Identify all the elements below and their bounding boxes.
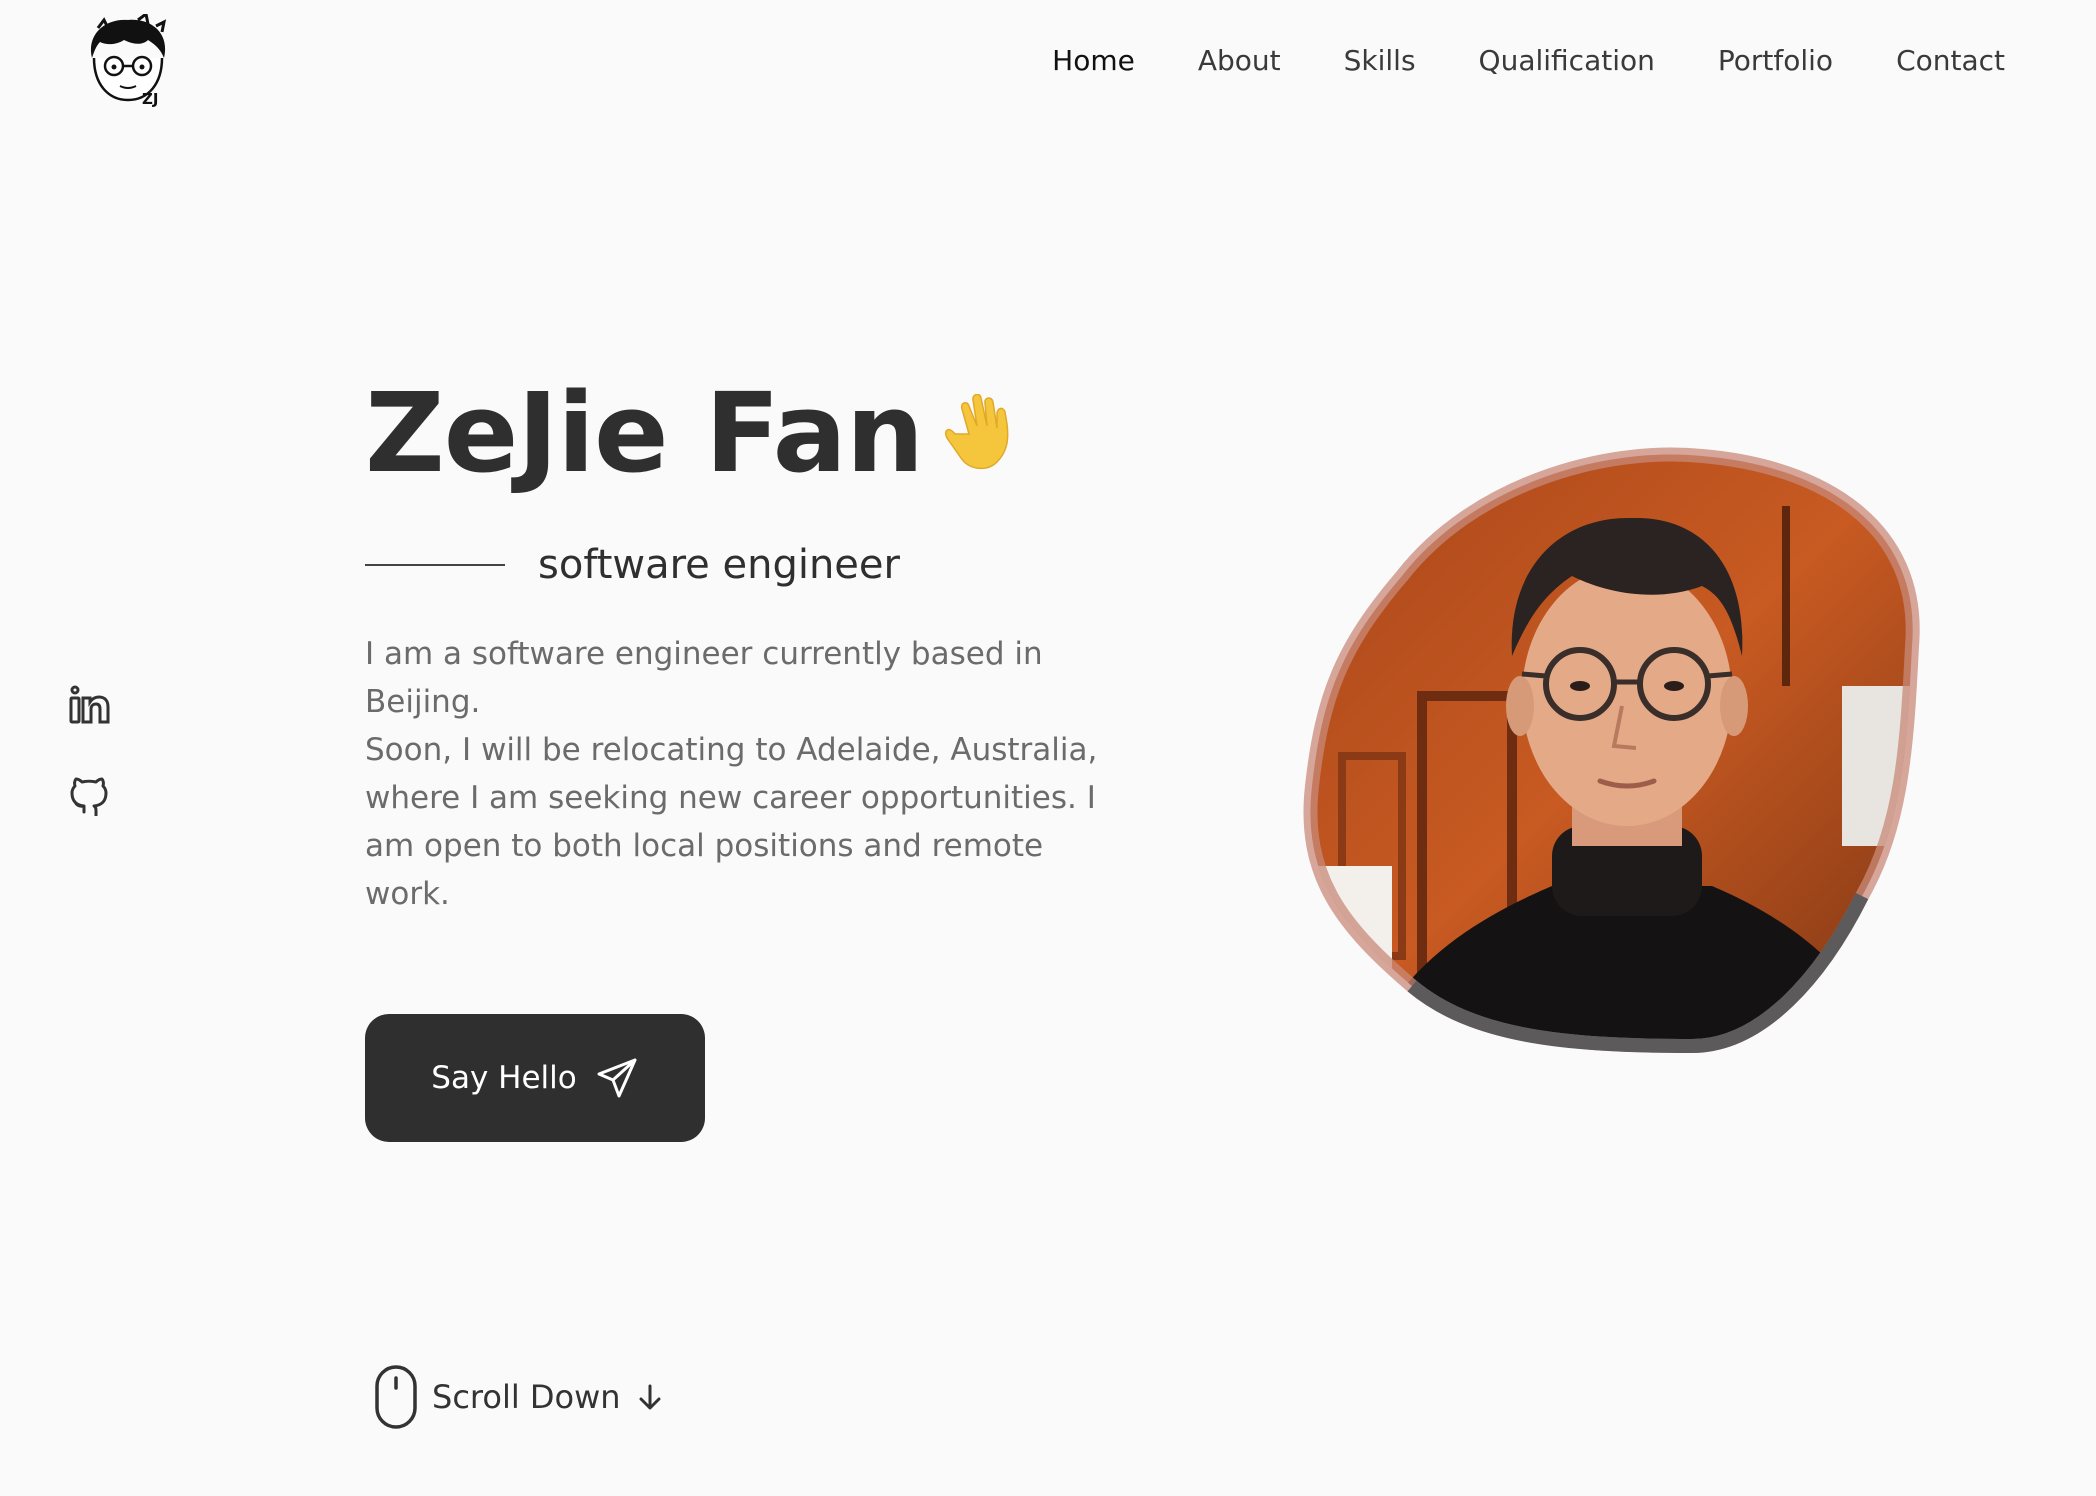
logo-initials: ZJ bbox=[142, 90, 159, 108]
github-icon[interactable] bbox=[68, 774, 110, 816]
home-page: ZJ Home About Skills Qualification Portf… bbox=[0, 0, 2096, 1496]
nav-contact[interactable]: Contact bbox=[1896, 44, 2005, 77]
nav-qualification[interactable]: Qualification bbox=[1479, 44, 1655, 77]
subtitle-divider bbox=[365, 564, 505, 566]
main-nav: Home About Skills Qualification Portfoli… bbox=[1052, 44, 2005, 77]
scroll-down-link[interactable]: Scroll Down bbox=[374, 1364, 665, 1430]
profile-photo bbox=[1303, 447, 1920, 1054]
avatar-logo[interactable] bbox=[78, 14, 178, 110]
mouse-icon bbox=[375, 1365, 417, 1429]
subtitle-row: software engineer bbox=[365, 542, 900, 588]
nav-skills[interactable]: Skills bbox=[1344, 44, 1416, 77]
waving-hand-icon bbox=[945, 394, 1009, 470]
hero-description: I am a software engineer currently based… bbox=[365, 630, 1125, 918]
hero-title-row: ZeJie Fan bbox=[365, 378, 1015, 488]
nav-about[interactable]: About bbox=[1198, 44, 1281, 77]
nav-home[interactable]: Home bbox=[1052, 44, 1135, 77]
nav-portfolio[interactable]: Portfolio bbox=[1718, 44, 1833, 77]
scroll-down-label: Scroll Down bbox=[432, 1378, 621, 1416]
say-hello-button[interactable]: Say Hello bbox=[365, 1014, 705, 1142]
social-links bbox=[68, 684, 110, 816]
send-icon bbox=[597, 1058, 637, 1098]
hero-subtitle: software engineer bbox=[538, 542, 900, 588]
arrow-down-icon bbox=[639, 1384, 661, 1410]
description-text: I am a software engineer currently based… bbox=[365, 636, 1098, 912]
linkedin-icon[interactable] bbox=[68, 684, 110, 726]
say-hello-label: Say Hello bbox=[431, 1060, 577, 1096]
hero-name: ZeJie Fan bbox=[365, 369, 924, 497]
